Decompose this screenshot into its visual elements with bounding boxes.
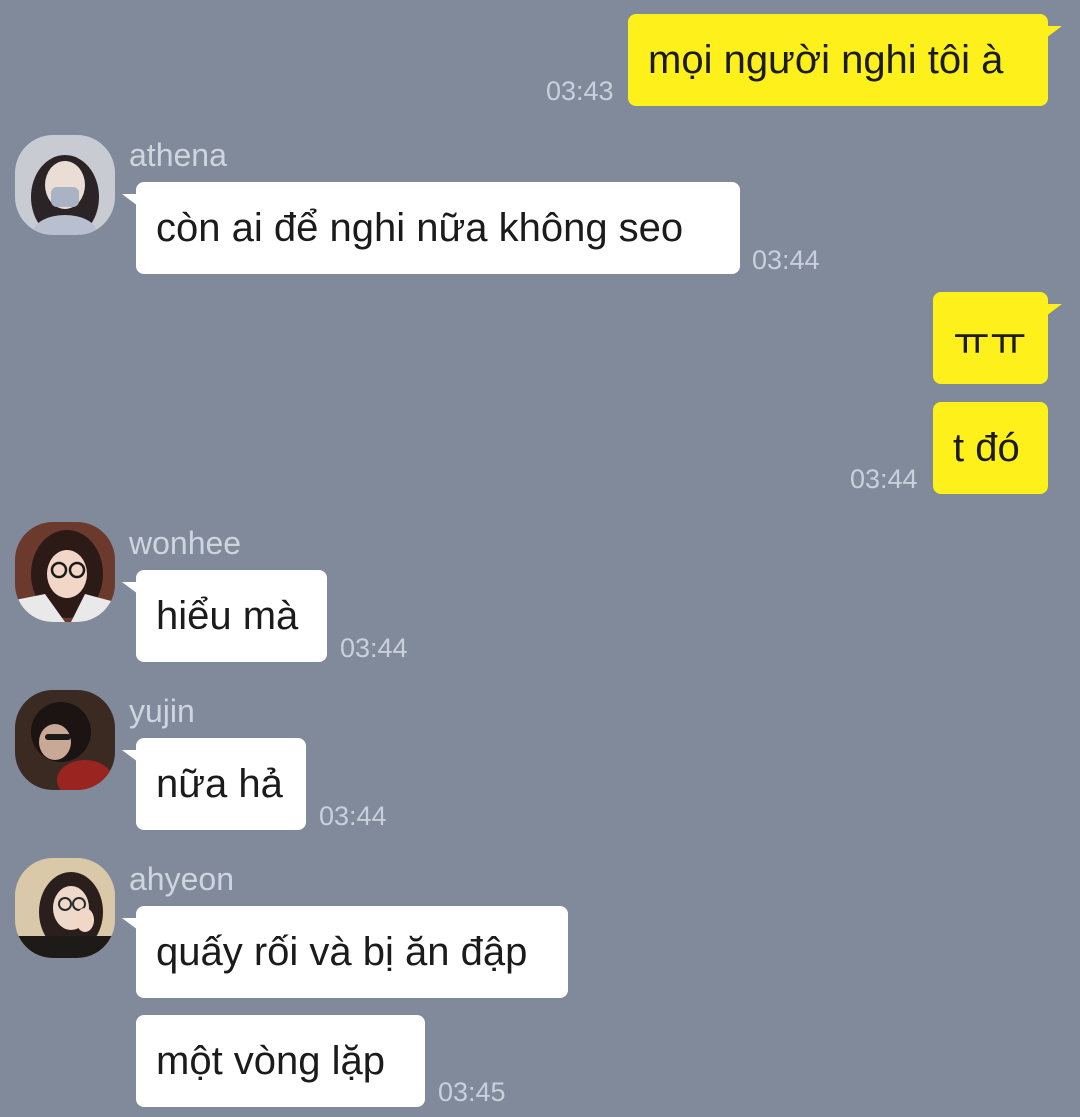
sender-name: wonhee — [129, 525, 242, 561]
incoming-message-bubble[interactable]: hiểu mà — [122, 570, 327, 662]
message-timestamp: 03:44 — [752, 245, 820, 275]
message-timestamp: 03:44 — [850, 464, 918, 494]
message-timestamp: 03:44 — [319, 801, 387, 831]
message-timestamp: 03:45 — [438, 1077, 506, 1107]
athena-avatar[interactable] — [15, 135, 115, 235]
sender-name: ahyeon — [129, 861, 234, 897]
incoming-message-bubble[interactable]: quấy rối và bị ăn đập — [122, 906, 568, 998]
incoming-message-bubble[interactable]: một vòng lặp — [136, 1015, 425, 1107]
wonhee-avatar[interactable] — [15, 522, 115, 622]
ahyeon-avatar[interactable] — [15, 858, 115, 958]
message-timestamp: 03:44 — [340, 633, 408, 663]
avatar-photo-icon — [15, 690, 115, 790]
outgoing-message-bubble[interactable]: ㅠㅠ — [933, 292, 1062, 384]
message-text: ㅠㅠ — [953, 320, 1027, 364]
avatar-photo-icon — [15, 522, 115, 622]
message-text: còn ai để nghi nữa không seo — [156, 205, 684, 250]
message-text: một vòng lặp — [156, 1038, 386, 1083]
sender-name: yujin — [129, 693, 195, 729]
incoming-message-bubble[interactable]: nữa hả — [122, 738, 306, 830]
message-text: mọi người nghi tôi à — [648, 37, 1004, 82]
message-text: quấy rối và bị ăn đập — [156, 929, 528, 974]
message-text: t đó — [953, 425, 1020, 470]
message-text: nữa hả — [156, 761, 283, 806]
avatar-photo-icon — [15, 135, 115, 235]
outgoing-message-bubble[interactable]: mọi người nghi tôi à — [628, 14, 1062, 106]
sender-name: athena — [129, 137, 227, 173]
yujin-avatar[interactable] — [15, 690, 115, 790]
outgoing-message-bubble[interactable]: t đó — [933, 402, 1048, 494]
incoming-message-bubble[interactable]: còn ai để nghi nữa không seo — [122, 182, 740, 274]
avatar-photo-icon — [15, 858, 115, 958]
message-text: hiểu mà — [156, 593, 299, 638]
message-timestamp: 03:43 — [546, 76, 614, 106]
